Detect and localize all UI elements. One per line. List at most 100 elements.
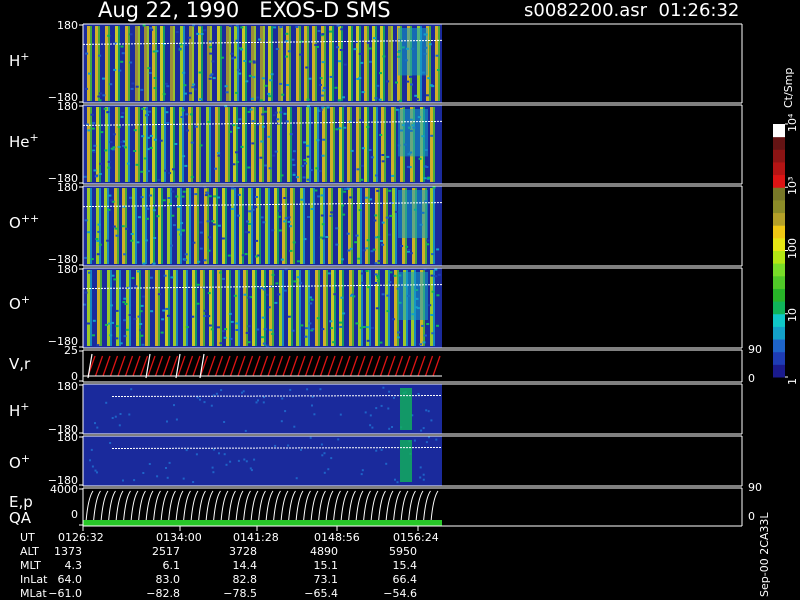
panel-o-plus-low-speckle: [419, 466, 422, 469]
panel-o-plus-low-speckle: [287, 444, 290, 447]
ep-energy-sweep: [220, 490, 229, 523]
colorbar-segment: [773, 136, 785, 150]
vr-red-sweep: [319, 355, 329, 377]
panel-o-plusplus-speckle: [246, 220, 250, 223]
panel-o-plus-speckle: [122, 301, 126, 304]
panel-he-plus-sweep: [242, 107, 245, 182]
panel-o-plus-speckle: [436, 324, 439, 327]
panel-h-plus-speckle: [236, 68, 240, 71]
colorbar-segment: [773, 250, 785, 264]
panel-o-plus-speckle: [374, 282, 378, 284]
panel-o-plusplus-speckle: [283, 197, 287, 199]
panel-o-plusplus-sweep-edge: [293, 188, 295, 264]
panel-o-plus-sweep: [126, 270, 129, 346]
panel-he-plus-speckle: [140, 170, 144, 173]
panel-o-plus-low-speckle: [361, 469, 364, 472]
panel-he-plus-speckle: [350, 149, 354, 152]
panel-h-plus-speckle: [374, 97, 378, 100]
panel-o-plus-speckle: [426, 323, 430, 325]
panel-o-plusplus-speckle: [144, 239, 148, 242]
panel-o-plusplus-sweep: [158, 188, 161, 264]
panel-h-plus-low-speckle: [319, 388, 322, 391]
panel-he-plus-speckle: [399, 105, 403, 108]
panel-he-plus-sweep: [430, 107, 433, 182]
panel-he-plus-speckle: [141, 107, 145, 110]
panel-he-plus-speckle: [143, 157, 147, 160]
panel-h-plus-speckle: [203, 29, 207, 32]
panel-h-plus-low-speckle: [430, 419, 433, 422]
panel-he-plus-speckle: [120, 115, 124, 118]
panel-h-plus-speckle: [208, 77, 212, 80]
panel-o-plusplus-sweep-edge: [351, 188, 353, 264]
panel-o-plusplus-speckle: [230, 207, 234, 210]
ytick-bottom: 0: [71, 508, 78, 521]
panel-h-plus-speckle: [97, 95, 101, 98]
panel-o-plus-sweep-edge: [229, 270, 231, 346]
panel-he-plus-sweep-edge: [433, 107, 435, 182]
panel-o-plusplus-speckle: [204, 194, 208, 197]
panel-o-plus-speckle: [436, 294, 440, 297]
ep-energy-sweep: [115, 490, 124, 523]
colorbar-segment: [773, 124, 785, 138]
panel-o-plusplus-speckle: [217, 196, 220, 199]
panel-he-plus-speckle: [279, 111, 283, 114]
panel-h-plus-speckle: [196, 32, 200, 35]
panel-o-plus-speckle: [287, 315, 291, 318]
panel-h-plus-low-speckle: [417, 393, 420, 395]
panel-o-plus-sweep-edge: [264, 270, 266, 346]
panel-h-plus-speckle: [238, 72, 242, 75]
panel-o-plusplus-sweep: [231, 188, 234, 264]
ep-energy-sweep: [205, 490, 214, 523]
panel-he-plus-speckle: [117, 126, 121, 128]
panel-h-plus-speckle: [320, 94, 324, 97]
vr-red-sweep: [192, 355, 201, 377]
panel-o-plus-speckle: [342, 312, 346, 315]
panel-o-plus-sweep-edge: [195, 270, 197, 346]
ep-energy-sweep: [310, 490, 319, 523]
panel-o-plus-speckle: [283, 289, 287, 292]
panel-he-plus-speckle: [149, 146, 153, 149]
ep-energy-sweep: [213, 490, 221, 523]
panel-o-plusplus-speckle: [197, 260, 201, 263]
panel-o-plus-speckle: [87, 322, 90, 325]
vr-red-sweep: [372, 355, 381, 377]
panel-he-plus-sweep-edge: [218, 107, 220, 182]
panel-o-plus-speckle: [309, 302, 313, 305]
panel-o-plus-low-speckle: [396, 481, 399, 484]
panel-o-plus-low-speckle: [419, 476, 422, 479]
panel-o-plusplus-sweep: [204, 188, 207, 264]
panel-h-plus-low-speckle: [382, 386, 385, 389]
panel-o-plus-low-speckle: [245, 460, 248, 463]
panel-o-plus-sweep-edge: [148, 270, 150, 346]
panel-o-plus-speckle: [379, 341, 383, 344]
panel-he-plus-speckle: [214, 167, 217, 170]
time-axis-value: 83.0: [155, 573, 181, 586]
panel-he-plus-sweep: [330, 107, 333, 182]
panel-o-plus-speckle: [293, 280, 297, 283]
panel-o-plusplus-speckle: [303, 238, 307, 241]
panel-o-plus-speckle: [262, 342, 266, 345]
panel-he-plus-speckle: [304, 162, 307, 165]
panel-he-plus-speckle: [168, 172, 172, 175]
panel-o-plus-speckle: [219, 342, 223, 345]
panel-o-plusplus-speckle: [130, 233, 134, 235]
panel-he-plus-speckle: [146, 148, 150, 151]
panel-h-plus-sweep-edge: [192, 26, 194, 101]
panel-he-plus-speckle: [190, 113, 193, 116]
panel-o-plusplus-speckle: [203, 259, 207, 262]
panel-h-plus-speckle: [334, 86, 338, 89]
ep-energy-sweep: [355, 490, 364, 523]
panel-o-plus-speckle: [321, 328, 325, 331]
panel-o-plus-speckle: [230, 320, 234, 323]
panel-h-plus-speckle: [155, 50, 159, 53]
panel-o-plusplus-speckle: [389, 214, 393, 217]
panel-o-plusplus-speckle: [170, 244, 173, 247]
panel-o-plus-speckle: [340, 296, 344, 299]
panel-h-plus-sweep-edge: [383, 26, 385, 101]
panel-o-plus-speckle: [434, 268, 438, 271]
panel-h-plus-sweep: [207, 26, 210, 101]
panel-h-plus-speckle: [142, 24, 146, 27]
panel-o-plus-sweep-edge: [176, 270, 178, 346]
ep-energy-sweep: [280, 490, 289, 523]
panel-o-plus-speckle: [111, 321, 115, 324]
